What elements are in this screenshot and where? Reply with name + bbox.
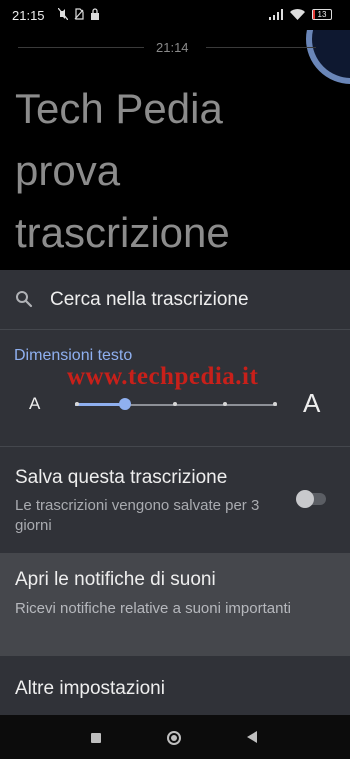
- muted-icon: [58, 8, 68, 20]
- timestamp-divider-left: [18, 47, 144, 48]
- no-sim-icon: [74, 8, 84, 20]
- text-size-slider[interactable]: [75, 398, 277, 410]
- transcript-area: 21:14 Tech Pedia prova trascrizione: [0, 30, 350, 270]
- status-left-icons: [58, 8, 100, 20]
- sound-notifications-row[interactable]: Apri le notifiche di suoni Ricevi notifi…: [0, 553, 350, 656]
- save-transcript-description: Le trascrizioni vengono salvate per 3 gi…: [15, 497, 260, 534]
- settings-panel: Cerca nella trascrizione Dimensioni test…: [0, 270, 350, 715]
- status-time: 21:15: [12, 8, 45, 23]
- slider-tick: [273, 402, 277, 406]
- signal-icon: [269, 9, 283, 20]
- search-label: Cerca nella trascrizione: [50, 289, 249, 310]
- save-transcript-title: Salva questa trascrizione: [15, 467, 228, 488]
- status-right-icons: 13: [269, 9, 332, 20]
- home-icon[interactable]: [167, 731, 181, 745]
- timestamp-divider-right: [206, 47, 316, 48]
- sound-notifications-title: Apri le notifiche di suoni: [15, 569, 216, 590]
- recents-icon[interactable]: [91, 733, 101, 743]
- wifi-icon: [290, 9, 305, 20]
- status-bar: 21:15 13: [0, 0, 350, 30]
- divider: [0, 329, 350, 330]
- toggle-knob: [296, 490, 314, 508]
- save-transcript-toggle[interactable]: [296, 490, 326, 508]
- slider-fill: [75, 403, 125, 406]
- text-size-small-label: A: [29, 394, 41, 413]
- sound-notifications-description: Ricevi notifiche relative a suoni import…: [15, 600, 291, 617]
- search-icon: [16, 291, 33, 308]
- battery-level: 13: [317, 10, 327, 19]
- transcript-text: Tech Pedia prova trascrizione: [15, 85, 230, 256]
- battery-icon: 13: [312, 9, 332, 20]
- transcription-indicator-icon[interactable]: [306, 30, 350, 84]
- slider-thumb[interactable]: [119, 398, 131, 410]
- search-row[interactable]: Cerca nella trascrizione: [0, 270, 350, 330]
- navigation-bar: [0, 715, 350, 759]
- text-size-large-label: A: [303, 388, 321, 418]
- lock-icon: [91, 8, 99, 20]
- slider-tick: [223, 402, 227, 406]
- slider-tick: [75, 402, 79, 406]
- watermark: www.techpedia.it: [67, 363, 259, 390]
- other-settings-title: Altre impostazioni: [15, 678, 165, 699]
- slider-tick: [173, 402, 177, 406]
- back-icon[interactable]: [247, 731, 257, 743]
- transcript-timestamp: 21:14: [156, 40, 189, 55]
